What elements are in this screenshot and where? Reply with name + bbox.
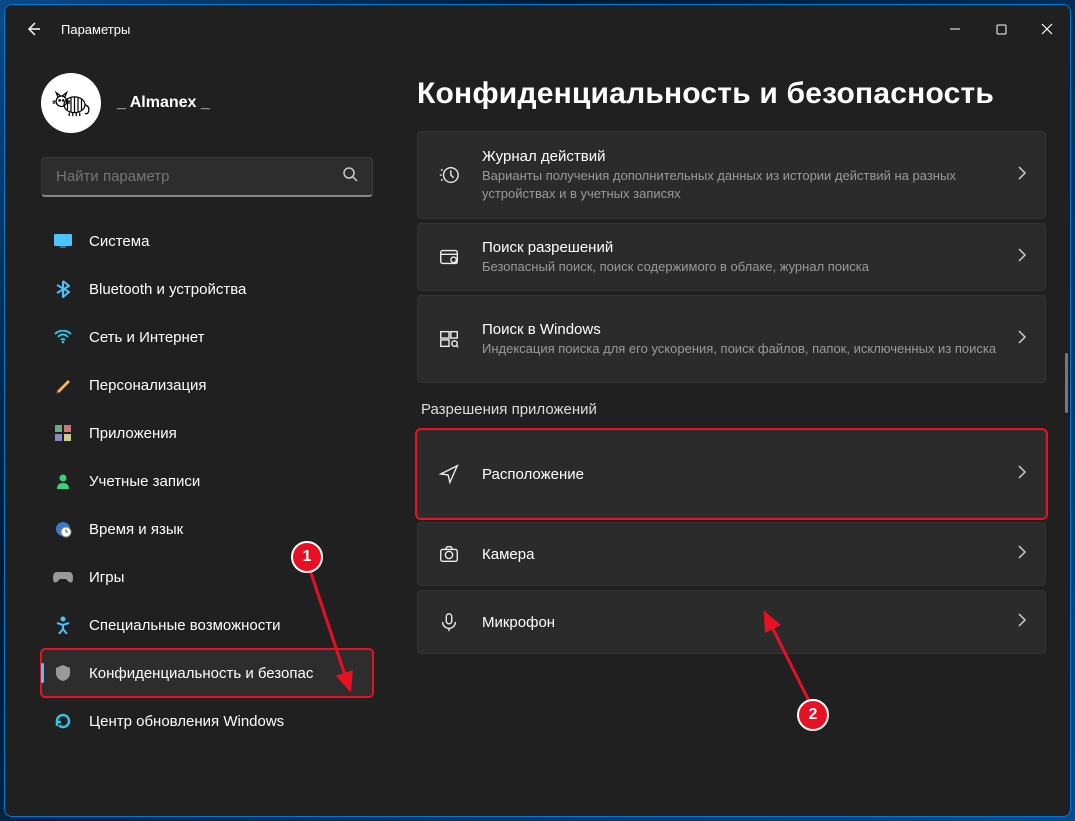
avatar-cat-icon [50,82,92,124]
nav-label: Конфиденциальность и безопас [89,665,361,682]
activity-history-icon [436,164,462,186]
nav-privacy-security[interactable]: Конфиденциальность и безопас [41,649,373,697]
apps-icon [53,423,73,443]
nav-apps[interactable]: Приложения [41,409,373,457]
close-button[interactable] [1024,13,1070,45]
chevron-right-icon [1017,166,1027,185]
display-icon [53,231,73,251]
setting-subtitle: Безопасный поиск, поиск содержимого в об… [482,258,997,276]
annotation-badge-1: 1 [291,541,323,573]
nav-label: Приложения [89,425,361,442]
maximize-button[interactable] [978,13,1024,45]
content-area: _ Almanex _ Система Bluetooth и устройст… [5,53,1070,816]
setting-text: Камера [482,546,997,563]
setting-title: Поиск в Windows [482,321,997,338]
update-icon [53,711,73,731]
setting-search-permissions[interactable]: Поиск разрешений Безопасный поиск, поиск… [417,223,1046,291]
setting-location[interactable]: Расположение [417,430,1046,518]
chevron-right-icon [1017,545,1027,564]
person-icon [53,471,73,491]
shield-icon [53,663,73,683]
windows-search-icon [436,328,462,350]
nav-windows-update[interactable]: Центр обновления Windows [41,697,373,745]
chevron-right-icon [1017,330,1027,349]
setting-activity-history[interactable]: Журнал действий Варианты получения допол… [417,131,1046,219]
minimize-button[interactable] [932,13,978,45]
setting-microphone[interactable]: Микрофон [417,590,1046,654]
nav-label: Персонализация [89,377,361,394]
main-panel: Конфиденциальность и безопасность Журнал… [385,53,1070,816]
nav-list: Система Bluetooth и устройства Сеть и Ин… [41,217,373,745]
paintbrush-icon [53,375,73,395]
nav-label: Bluetooth и устройства [89,281,361,298]
bluetooth-icon [53,279,73,299]
search-icon [342,166,358,187]
nav-network[interactable]: Сеть и Интернет [41,313,373,361]
username: _ Almanex _ [117,94,210,112]
chevron-right-icon [1017,248,1027,267]
nav-bluetooth[interactable]: Bluetooth и устройства [41,265,373,313]
nav-personalization[interactable]: Персонализация [41,361,373,409]
globe-clock-icon [53,519,73,539]
profile-block[interactable]: _ Almanex _ [41,73,373,133]
nav-accessibility[interactable]: Специальные возможности [41,601,373,649]
gamepad-icon [53,567,73,587]
setting-searching-windows[interactable]: Поиск в Windows Индексация поиска для ег… [417,295,1046,383]
setting-text: Поиск разрешений Безопасный поиск, поиск… [482,239,997,276]
section-app-permissions: Разрешения приложений [421,401,1046,418]
setting-title: Поиск разрешений [482,239,997,256]
annotation-badge-2: 2 [797,699,829,731]
location-icon [436,463,462,485]
nav-label: Система [89,233,361,250]
page-title: Конфиденциальность и безопасность [417,77,1046,111]
window-controls [932,13,1070,45]
setting-subtitle: Варианты получения дополнительных данных… [482,167,997,202]
minimize-icon [949,23,961,35]
nav-label: Учетные записи [89,473,361,490]
nav-label: Игры [89,569,361,586]
nav-accounts[interactable]: Учетные записи [41,457,373,505]
arrow-left-icon [25,21,41,37]
back-button[interactable] [13,9,53,49]
accessibility-icon [53,615,73,635]
setting-text: Микрофон [482,614,997,631]
setting-text: Расположение [482,466,997,483]
setting-camera[interactable]: Камера [417,522,1046,586]
setting-text: Поиск в Windows Индексация поиска для ег… [482,321,997,358]
close-icon [1041,23,1053,35]
nav-label: Время и язык [89,521,361,538]
search-permissions-icon [436,246,462,268]
nav-system[interactable]: Система [41,217,373,265]
settings-group-windows-permissions: Журнал действий Варианты получения допол… [417,131,1046,383]
nav-label: Сеть и Интернет [89,329,361,346]
maximize-icon [996,24,1007,35]
chevron-right-icon [1017,465,1027,484]
titlebar: Параметры [5,5,1070,53]
nav-time-language[interactable]: Время и язык [41,505,373,553]
microphone-icon [436,611,462,633]
search-box[interactable] [41,157,373,197]
wifi-icon [53,327,73,347]
scrollbar-thumb[interactable] [1065,353,1068,413]
setting-title: Камера [482,546,997,563]
camera-icon [436,543,462,565]
sidebar: _ Almanex _ Система Bluetooth и устройст… [5,53,385,816]
nav-gaming[interactable]: Игры [41,553,373,601]
avatar [41,73,101,133]
setting-text: Журнал действий Варианты получения допол… [482,148,997,202]
setting-subtitle: Индексация поиска для его ускорения, пои… [482,340,997,358]
settings-window: Параметры [4,4,1071,817]
setting-title: Расположение [482,466,997,483]
chevron-right-icon [1017,613,1027,632]
setting-title: Журнал действий [482,148,997,165]
setting-title: Микрофон [482,614,997,631]
nav-label: Специальные возможности [89,617,361,634]
search-input[interactable] [56,168,342,185]
window-title: Параметры [61,22,130,37]
nav-label: Центр обновления Windows [89,713,361,730]
settings-group-app-permissions: Расположение Камера [417,430,1046,654]
